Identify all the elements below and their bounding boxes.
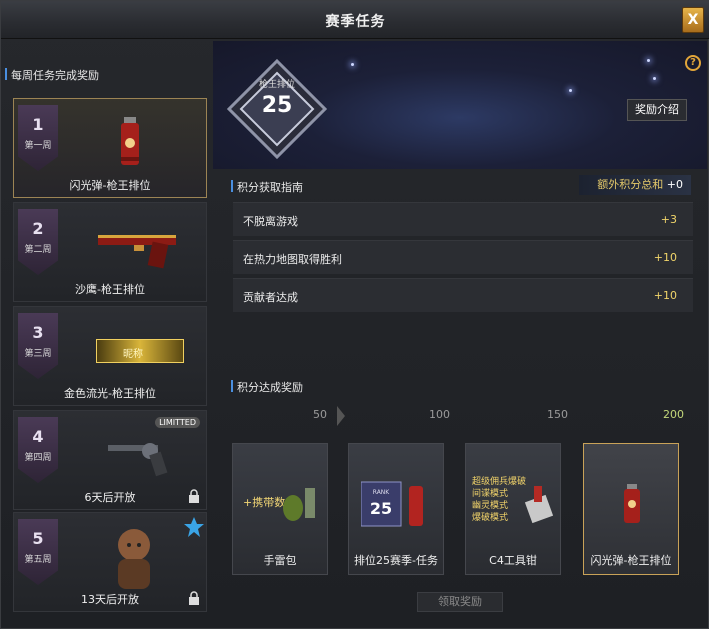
- week-card-1[interactable]: 1 第一周 闪光弹-枪王排位: [13, 98, 207, 198]
- week-label: 第一周: [24, 141, 52, 151]
- guide-row-name: 在热力地图取得胜利: [243, 253, 342, 266]
- gold-nameplate-icon: 昵称: [96, 339, 184, 363]
- week-number: 5: [32, 529, 44, 548]
- character-icon: [118, 529, 150, 589]
- week-reward-label: 闪光弹-枪王排位: [69, 179, 151, 192]
- reward-card-label: 闪光弹-枪王排位: [590, 554, 672, 567]
- star-decoration: [351, 63, 354, 66]
- mode-text: 爆破模式: [472, 513, 509, 523]
- reward-card-2[interactable]: RANK 25 排位25赛季-任务: [348, 443, 444, 575]
- week-card-3[interactable]: 3 第三周 昵称 金色流光-枪王排位: [13, 306, 207, 406]
- close-button[interactable]: X: [682, 7, 704, 33]
- week-badge: 2 第二周: [18, 209, 58, 275]
- rank-number: 25: [261, 93, 293, 118]
- week-label: 第三周: [24, 349, 52, 359]
- star-decoration: [653, 77, 656, 80]
- week-label: 第二周: [24, 245, 52, 255]
- star-decoration: [569, 89, 572, 92]
- reward-item-text: +携带数: [243, 496, 286, 509]
- svg-text:RANK: RANK: [373, 489, 391, 496]
- svg-text:25: 25: [370, 499, 392, 518]
- new-star-icon: [184, 517, 204, 537]
- grenade-pack-icon: [283, 488, 315, 521]
- reward-card-1[interactable]: +携带数 手雷包: [232, 443, 328, 575]
- week-card-4[interactable]: 4 第四周 LIMITTED 6天后开放: [13, 410, 207, 510]
- week-badge: 1 第一周: [18, 105, 58, 171]
- guide-row-name: 不脱离游戏: [243, 215, 298, 228]
- rank-badge: 枪王排位 25: [227, 59, 327, 159]
- reward-card-label: 手雷包: [263, 554, 297, 567]
- titlebar: 赛季任务 X: [1, 1, 709, 39]
- guide-row: 在热力地图取得胜利 +10: [233, 240, 693, 274]
- rank-season-icon: RANK 25: [361, 481, 423, 527]
- c4-mode-list: 超级佣兵爆破 间谍模式 幽灵模式 爆破模式: [472, 476, 526, 524]
- mode-text: 幽灵模式: [472, 501, 509, 511]
- guide-row: 贡献者达成 +10: [233, 278, 693, 312]
- reward-card-4[interactable]: 闪光弹-枪王排位: [583, 443, 679, 575]
- claim-reward-button[interactable]: 领取奖励: [417, 592, 503, 612]
- week-badge: 5 第五周: [18, 519, 58, 585]
- window-title: 赛季任务: [325, 14, 386, 30]
- week-number: 3: [32, 323, 44, 342]
- bonus-total-label: 额外积分总和: [597, 178, 664, 191]
- c4-tool-icon: [524, 486, 554, 524]
- week-label: 第五周: [24, 555, 52, 565]
- rank-title: 枪王排位: [258, 80, 295, 90]
- mode-text: 超级佣兵爆破: [472, 477, 527, 487]
- nameplate-text: 昵称: [123, 349, 143, 360]
- reward-intro-button[interactable]: 奖励介绍: [627, 99, 687, 121]
- week-label: 第四周: [24, 453, 52, 463]
- weekly-reward-header: 每周任务完成奖励: [5, 68, 99, 82]
- flashbang-icon: [624, 484, 640, 523]
- reward-card-3[interactable]: 超级佣兵爆破 间谍模式 幽灵模式 爆破模式 C4工具钳: [465, 443, 561, 575]
- guide-row-points: +10: [653, 251, 677, 264]
- milestone-label: 200: [663, 408, 684, 421]
- week-reward-label: 金色流光-枪王排位: [64, 387, 156, 400]
- week-number: 1: [32, 115, 44, 134]
- week-reward-label: 沙鹰-枪王排位: [75, 283, 145, 296]
- bonus-total: 额外积分总和 +0: [579, 175, 691, 195]
- week-number: 4: [32, 427, 44, 446]
- desert-eagle-icon: [98, 235, 176, 269]
- milestone-label: 100: [429, 408, 450, 421]
- star-decoration: [647, 59, 650, 62]
- milestone-label: 50: [313, 408, 327, 421]
- chevron-right-icon: [337, 406, 345, 426]
- mode-text: 间谍模式: [472, 489, 509, 499]
- limited-badge: LIMITTED: [155, 417, 200, 428]
- guide-row-points: +10: [653, 289, 677, 302]
- week-reward-label: 6天后开放: [84, 491, 136, 504]
- bonus-total-value: +0: [666, 178, 683, 191]
- season-task-window: 赛季任务 X 每周任务完成奖励 1 第一周 闪光弹-枪王排位 2 第二周 沙鹰-…: [0, 0, 709, 629]
- revolver-icon: [108, 443, 168, 477]
- milestone-label: 150: [547, 408, 568, 421]
- points-progress-track: 50 100 150 200: [297, 405, 691, 427]
- week-card-5[interactable]: 5 第五周 13天后开放: [13, 512, 207, 612]
- week-reward-label: 13天后开放: [81, 593, 139, 606]
- week-card-2[interactable]: 2 第二周 沙鹰-枪王排位: [13, 202, 207, 302]
- flashbang-icon: [121, 117, 139, 165]
- guide-row: 不脱离游戏 +3: [233, 202, 693, 236]
- points-guide-title: 积分获取指南: [231, 180, 303, 194]
- week-number: 2: [32, 219, 44, 238]
- week-badge: 3 第三周: [18, 313, 58, 379]
- help-icon[interactable]: ?: [685, 55, 701, 71]
- guide-row-points: +3: [660, 213, 677, 226]
- reward-card-label: C4工具钳: [489, 554, 537, 567]
- reward-card-label: 排位25赛季-任务: [354, 554, 438, 567]
- points-reward-title: 积分达成奖励: [231, 380, 303, 394]
- guide-row-name: 贡献者达成: [243, 291, 298, 304]
- week-badge: 4 第四周: [18, 417, 58, 483]
